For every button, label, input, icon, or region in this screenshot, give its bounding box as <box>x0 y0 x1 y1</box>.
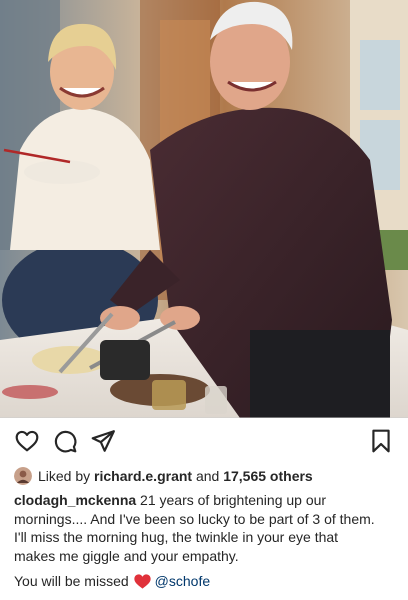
red-heart-icon <box>134 573 151 589</box>
post-caption: clodagh_mckenna 21 years of brightening … <box>14 491 402 565</box>
post-photo[interactable] <box>0 0 408 418</box>
heart-outline-icon[interactable] <box>14 428 40 454</box>
comment-bubble-icon[interactable] <box>52 428 78 454</box>
likes-prefix: Liked by <box>38 468 91 484</box>
post-action-bar <box>0 428 408 456</box>
avatar[interactable] <box>14 467 32 485</box>
bookmark-icon[interactable] <box>368 428 394 454</box>
paper-plane-icon[interactable] <box>90 428 116 454</box>
caption-line-1: 21 years of brightening up our <box>140 492 327 508</box>
likes-count[interactable]: 17,565 others <box>223 468 313 484</box>
signoff-text: You will be missed <box>14 573 129 589</box>
caption-line-4: makes me giggle and your empathy. <box>14 547 239 564</box>
caption-signoff: You will be missed @schofe <box>14 573 210 589</box>
caption-author[interactable]: clodagh_mckenna <box>14 492 136 508</box>
liker-username[interactable]: richard.e.grant <box>94 468 192 484</box>
caption-line-2: mornings.... And I've been so lucky to b… <box>14 510 375 527</box>
likes-conjunction: and <box>195 468 220 484</box>
caption-line-3: I'll miss the morning hug, the twinkle i… <box>14 529 339 545</box>
likes-summary[interactable]: Liked by richard.e.grant and 17,565 othe… <box>14 465 313 487</box>
mention-link[interactable]: @schofe <box>155 573 210 589</box>
